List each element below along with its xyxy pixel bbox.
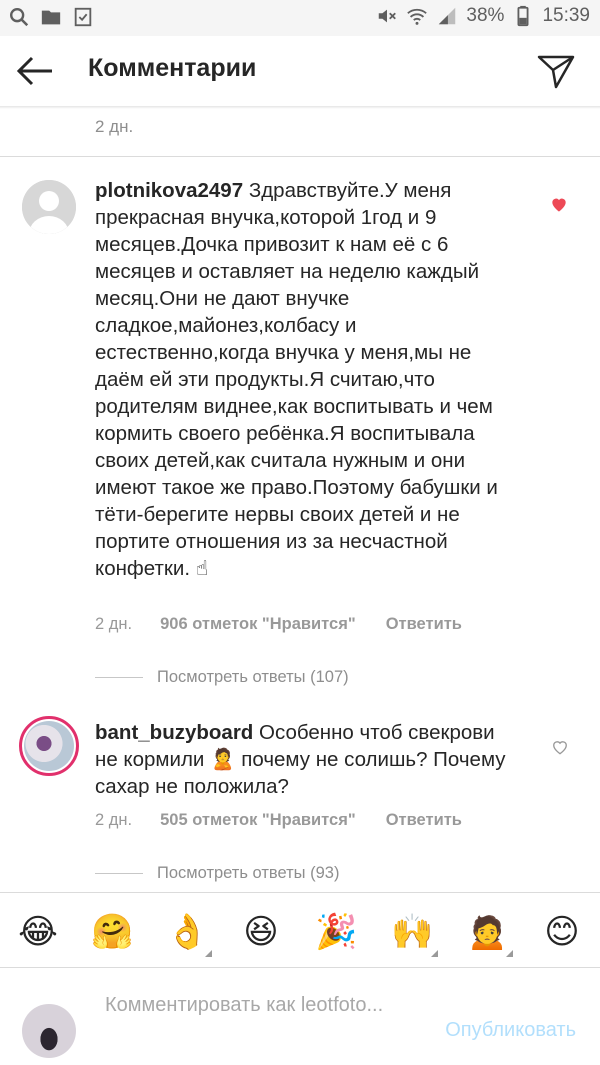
- direct-send-icon[interactable]: [536, 51, 576, 91]
- header: Комментарии: [0, 36, 600, 106]
- avatar[interactable]: [19, 716, 79, 776]
- back-arrow-icon[interactable]: [14, 50, 56, 92]
- comment-likes[interactable]: 906 отметок "Нравится": [160, 615, 356, 634]
- heart-outline-icon[interactable]: [550, 737, 570, 757]
- comment-body: bant_buzyboard Особенно чтоб свекрови не…: [95, 719, 515, 800]
- battery-icon: [517, 5, 529, 27]
- my-avatar: [22, 1004, 76, 1058]
- comment-time: 2 дн.: [95, 615, 133, 633]
- comment-username[interactable]: plotnikova2497: [95, 179, 243, 202]
- emoji-ok-hand[interactable]: 👌: [166, 911, 208, 953]
- signal-icon: [439, 7, 456, 25]
- checklist-icon: [74, 7, 92, 27]
- avatar[interactable]: [22, 180, 76, 234]
- status-bar: 38% 15:39: [0, 0, 600, 36]
- emoji-person-pouting[interactable]: 🙍: [466, 911, 508, 953]
- replies-line: [95, 677, 143, 678]
- emoji-hugging[interactable]: 🤗: [91, 911, 133, 953]
- default-avatar-icon: [22, 180, 76, 234]
- clock: 15:39: [542, 5, 590, 26]
- view-replies-label: Посмотреть ответы (93): [157, 864, 340, 882]
- skin-tone-indicator: [431, 950, 438, 957]
- comment-input[interactable]: Комментировать как leotfoto...: [105, 992, 405, 1019]
- wifi-icon: [407, 8, 428, 25]
- avatar-image: [24, 721, 74, 771]
- emoji-party-popper[interactable]: 🎉: [315, 911, 357, 953]
- skin-tone-indicator: [205, 950, 212, 957]
- emoji-laughing[interactable]: 😆: [240, 911, 282, 953]
- folder-icon: [41, 10, 61, 25]
- search-icon: [10, 8, 29, 27]
- comment-meta: 2 дн. 505 отметок "Нравится" Ответить: [95, 811, 462, 830]
- reply-button[interactable]: Ответить: [386, 811, 462, 830]
- publish-button[interactable]: Опубликовать: [445, 1019, 576, 1042]
- divider: [0, 156, 600, 157]
- comment-username[interactable]: bant_buzyboard: [95, 721, 253, 744]
- comment-body: plotnikova2497 Здравствуйте.У меня прекр…: [95, 177, 515, 582]
- view-replies-button[interactable]: Посмотреть ответы (93): [95, 864, 339, 883]
- reply-button[interactable]: Ответить: [386, 615, 462, 634]
- battery-percent: 38%: [466, 5, 505, 26]
- page-title: Комментарии: [88, 54, 257, 82]
- view-replies-button[interactable]: Посмотреть ответы (107): [95, 668, 349, 687]
- comment-time: 2 дн.: [95, 811, 133, 829]
- mute-icon: [379, 9, 397, 23]
- emoji-tears-of-joy[interactable]: 😂: [17, 911, 59, 953]
- header-shadow: [0, 106, 600, 109]
- emoji-raised-hands[interactable]: 🙌: [391, 911, 433, 953]
- comment-text: Здравствуйте.У меня прекрасная внучка,ко…: [95, 179, 498, 580]
- replies-line: [95, 873, 143, 874]
- emoji-smiling[interactable]: 😊: [541, 911, 583, 953]
- previous-comment-time: 2 дн.: [95, 117, 134, 136]
- my-avatar-image: [22, 1004, 76, 1058]
- emoji-quick-bar: 😂 🤗 👌 😆 🎉 🙌 🙍 😊: [0, 892, 600, 968]
- comment-input-bar: Комментировать как leotfoto... Опубликов…: [0, 968, 600, 1065]
- comment-likes[interactable]: 505 отметок "Нравится": [160, 811, 356, 830]
- skin-tone-indicator: [506, 950, 513, 957]
- view-replies-label: Посмотреть ответы (107): [157, 668, 349, 686]
- heart-filled-icon[interactable]: [549, 194, 569, 214]
- comment-meta: 2 дн. 906 отметок "Нравится" Ответить: [95, 615, 462, 634]
